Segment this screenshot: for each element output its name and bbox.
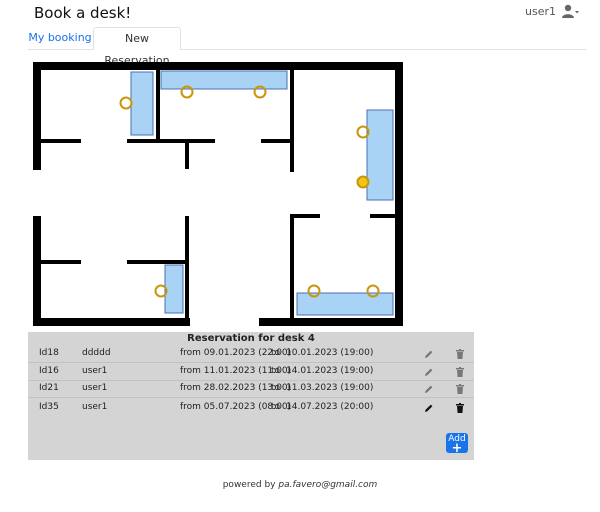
wall: [41, 260, 81, 264]
pencil-icon[interactable]: [424, 349, 434, 359]
outer-wall-bottom-right: [259, 318, 403, 326]
pencil-icon[interactable]: [424, 367, 434, 377]
reservation-id: Id21: [39, 383, 59, 393]
reservation-id: Id16: [39, 366, 59, 376]
pencil-icon[interactable]: [424, 384, 434, 394]
trash-icon[interactable]: [456, 367, 464, 377]
reservation-to: 14.01.2023 (19:00): [286, 366, 374, 376]
outer-wall-top: [33, 62, 403, 70]
wall: [127, 139, 215, 143]
username: user1: [525, 4, 556, 18]
plus-icon: +: [451, 441, 463, 456]
reservation-user: user1: [82, 402, 108, 412]
reservation-user: user1: [82, 366, 108, 376]
table-row[interactable]: Id21 user1 from 28.02.2023 (13:00) to 11…: [28, 380, 474, 398]
wall: [156, 70, 160, 142]
footer-prefix: powered by: [222, 480, 279, 490]
reservation-to-label: to: [271, 348, 281, 358]
reservation-to-label: to: [271, 402, 281, 412]
wall: [41, 139, 81, 143]
outer-wall-bottom-left: [33, 318, 190, 326]
outer-wall-left-upper: [33, 62, 41, 170]
wall: [290, 214, 320, 218]
chair: [119, 96, 133, 110]
reservation-to-label: to: [271, 383, 281, 393]
footer-email[interactable]: pa.favero@gmail.com: [278, 480, 377, 490]
app-title: Book a desk!: [34, 4, 132, 22]
reservation-user: ddddd: [82, 348, 111, 358]
reservation-to-label: to: [271, 366, 281, 376]
wall: [261, 139, 294, 143]
outer-wall-right: [395, 62, 403, 326]
floor-plan: [33, 62, 403, 326]
footer: powered by pa.favero@gmail.com: [0, 480, 600, 490]
reservation-id: Id18: [39, 348, 59, 358]
add-reservation-button[interactable]: Add +: [446, 433, 468, 456]
tab-bar: My booking New Reservation: [28, 27, 586, 67]
desk-4[interactable]: [164, 264, 184, 314]
desk[interactable]: [366, 109, 394, 201]
tab-my-booking[interactable]: My booking: [28, 27, 92, 49]
trash-icon[interactable]: [456, 403, 464, 413]
user-menu[interactable]: user1: [525, 4, 580, 18]
wall: [185, 216, 189, 318]
trash-icon[interactable]: [456, 349, 464, 359]
reservation-to: 10.01.2023 (19:00): [286, 348, 374, 358]
desk[interactable]: [130, 71, 154, 136]
reservation-id: Id35: [39, 402, 59, 412]
chair: [356, 175, 370, 189]
wall: [127, 260, 189, 264]
wall: [370, 214, 395, 218]
reservation-title: Reservation for desk 4: [187, 333, 315, 344]
table-row[interactable]: Id35 user1 from 05.07.2023 (08:00) to 14…: [28, 399, 474, 416]
table-row[interactable]: Id16 user1 from 11.01.2023 (11:00) to 14…: [28, 363, 474, 381]
trash-icon[interactable]: [456, 384, 464, 394]
table-row[interactable]: Id18 ddddd from 09.01.2023 (22:00) to 10…: [28, 345, 474, 363]
outer-wall-left-lower: [33, 216, 41, 326]
user-dropdown-icon[interactable]: [562, 4, 580, 18]
reservation-to: 14.07.2023 (20:00): [286, 402, 374, 412]
wall: [290, 214, 294, 318]
wall: [185, 139, 189, 169]
reservation-panel: Reservation for desk 4 Id18 ddddd from 0…: [28, 332, 474, 460]
desk[interactable]: [160, 70, 288, 90]
wall: [290, 70, 294, 172]
pencil-icon[interactable]: [424, 403, 434, 413]
reservation-to: 11.03.2023 (19:00): [286, 383, 374, 393]
tab-new-reservation[interactable]: New Reservation: [93, 27, 181, 67]
reservation-user: user1: [82, 383, 108, 393]
